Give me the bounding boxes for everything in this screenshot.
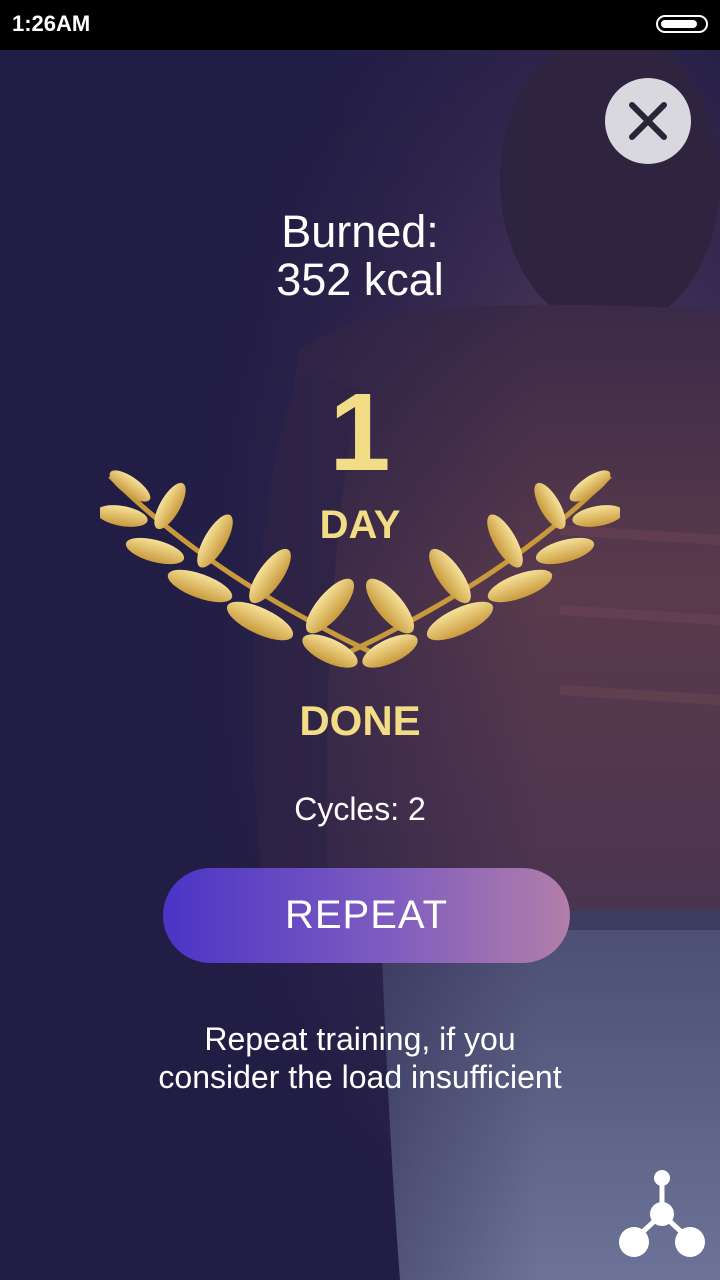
battery-icon [656, 15, 708, 33]
done-label: DONE [299, 697, 421, 744]
close-button[interactable] [605, 78, 691, 164]
status-time: 1:26AM [12, 11, 91, 36]
summary-content: Burned: 352 kcal 1 DAY DONE Cycles: 2 RE… [0, 0, 720, 1280]
battery-level [661, 20, 697, 28]
day-number: 1 [329, 371, 391, 494]
calories-burned: Burned: 352 kcal [0, 208, 720, 304]
cycles-count: Cycles: 2 [294, 791, 426, 827]
close-icon [629, 102, 667, 140]
repeat-button-label: REPEAT [284, 893, 449, 937]
burned-value: 352 kcal [276, 254, 444, 305]
burned-label: Burned: [281, 206, 439, 257]
repeat-hint-line1: Repeat training, if you [204, 1021, 516, 1057]
repeat-hint-line2: consider the load insufficient [158, 1059, 562, 1095]
share-network-icon[interactable] [614, 1166, 710, 1262]
day-label: DAY [319, 503, 401, 547]
repeat-hint: Repeat training, if you consider the loa… [60, 1020, 660, 1096]
status-bar: 1:26AM [0, 0, 720, 50]
workout-complete-screen: 1:26AM Burned: 352 kcal 1 DAY DONE Cycle… [0, 0, 720, 1280]
repeat-button[interactable]: REPEAT [163, 868, 570, 963]
